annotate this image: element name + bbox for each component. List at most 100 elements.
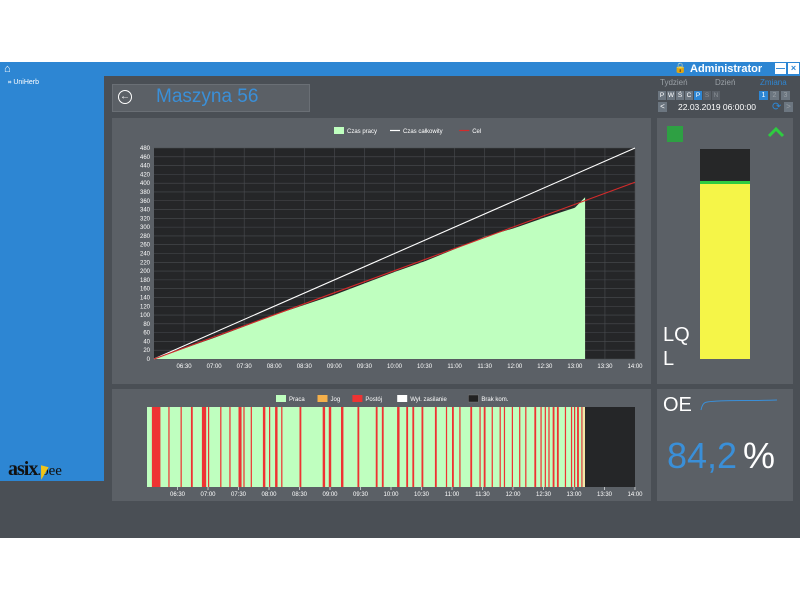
x-tick-label: 09:30 (357, 364, 373, 370)
y-tick-label: 420 (140, 172, 151, 178)
state-segment-postoj (269, 407, 271, 487)
state-segment-postoj (375, 407, 378, 487)
state-segment-postoj (281, 407, 283, 487)
state-segment-postoj (499, 407, 501, 487)
tab-day[interactable]: Dzień (715, 78, 735, 87)
state-segment-postoj (574, 407, 576, 487)
y-tick-label: 360 (140, 199, 151, 205)
x-tick-label: 11:30 (475, 492, 490, 498)
state-segment-postoj (556, 407, 559, 487)
legend-label: Wył. zasilanie (410, 397, 447, 403)
state-segment-postoj (491, 407, 493, 487)
state-segment-postoj (577, 407, 579, 487)
x-tick-label: 07:00 (207, 364, 223, 370)
legend-label: Czas pracy (347, 129, 377, 135)
close-button[interactable]: × (788, 63, 799, 74)
state-segment-jog (583, 407, 585, 487)
state-segment-postoj (250, 407, 252, 487)
tab-week[interactable]: Tydzień (660, 78, 688, 87)
state-segment-postoj (511, 407, 513, 487)
x-tick-label: 08:30 (297, 364, 313, 370)
state-segment-postoj (452, 407, 454, 487)
day-button[interactable]: Ś (676, 91, 684, 100)
back-circle-icon[interactable]: ← (118, 90, 132, 104)
minimize-button[interactable]: — (775, 63, 786, 74)
worktime-chart-panel: 0 20 40 60 80 100 120 140 160 180 200 220 240 260 280 3… (112, 118, 651, 384)
sidebar-item-uniherb[interactable]: ⌗ UniHerb (8, 79, 39, 87)
state-timeline-panel: 06:30 07:00 07:30 08:00 08:30 09:00 09:30 10:00… (112, 389, 651, 501)
app-window: ⌂ 🔒 Administrator — × ⌗ UniHerb asix.oee… (0, 62, 800, 538)
shift-button-active[interactable]: 1 (759, 91, 768, 100)
sidebar-item-label: UniHerb (13, 79, 40, 86)
state-segment-postoj (201, 407, 207, 487)
level-bar (700, 149, 750, 359)
state-segment-postoj (503, 407, 506, 487)
state-segment-postoj (397, 407, 400, 487)
y-tick-label: 460 (140, 155, 151, 161)
user-name[interactable]: Administrator (690, 62, 762, 76)
legend-label: Jog (331, 397, 341, 403)
sidebar: ⌗ UniHerb (0, 76, 104, 481)
next-period-button[interactable]: > (784, 102, 793, 112)
state-segment-postoj (180, 407, 182, 487)
level-bar-fill (700, 182, 750, 359)
logo-text: asix (8, 458, 38, 480)
day-button[interactable]: C (685, 91, 693, 100)
legend-label: Postój (365, 397, 382, 403)
oee-unit: % (743, 435, 776, 476)
status-text-line1: LQ (663, 324, 690, 346)
x-tick-label: 13:30 (597, 492, 613, 498)
state-segment-postoj (406, 407, 409, 487)
level-bar-marker (700, 180, 750, 184)
home-icon[interactable]: ⌂ (4, 63, 16, 75)
day-button[interactable]: P (658, 91, 666, 100)
state-segment-postoj (519, 407, 521, 487)
x-tick-label: 12:00 (507, 364, 523, 370)
y-tick-label: 160 (140, 287, 151, 293)
date-navigator: < 22.03.2019 06:00:00 ⟳ > (658, 102, 794, 113)
y-tick-label: 300 (140, 225, 151, 231)
day-button[interactable]: W (667, 91, 675, 100)
x-tick-label: 10:00 (387, 364, 403, 370)
x-tick-label: 10:30 (417, 364, 433, 370)
prev-period-button[interactable]: < (658, 102, 667, 112)
worktime-chart: 0 20 40 60 80 100 120 140 160 180 200 220 240 260 280 3… (140, 127, 643, 370)
state-segment-postoj (168, 407, 170, 487)
legend-label: Brak kom. (481, 397, 508, 403)
x-tick-label: 12:00 (505, 492, 521, 498)
x-tick-label: 08:00 (267, 364, 283, 370)
refresh-icon[interactable]: ⟳ (772, 102, 782, 113)
x-tick-label: 10:30 (414, 492, 430, 498)
top-bar: ⌂ 🔒 Administrator — × (0, 62, 800, 76)
x-tick-label: 14:00 (627, 492, 643, 498)
shift-button[interactable]: 3 (781, 91, 790, 100)
day-button[interactable]: N (712, 91, 720, 100)
state-segment-postoj (220, 407, 222, 487)
oee-value: 84,2 (667, 435, 738, 476)
legend-label: Cel (472, 129, 481, 135)
x-tick-label: 09:30 (353, 492, 369, 498)
state-segment-postoj (243, 407, 245, 487)
x-tick-label: 11:00 (445, 492, 460, 498)
oee-sparkline (700, 399, 778, 411)
tab-shift[interactable]: Zmiana (760, 78, 787, 87)
y-tick-label: 240 (140, 252, 151, 258)
state-segment-postoj (262, 407, 266, 487)
x-tick-label: 13:00 (566, 492, 582, 498)
y-tick-label: 480 (140, 146, 151, 152)
state-segment-postoj (544, 407, 546, 487)
chevron-up-icon (767, 126, 785, 138)
x-tick-label: 11:30 (477, 364, 492, 370)
status-text-line2: L (663, 348, 675, 370)
y-tick-label: 80 (143, 322, 150, 328)
x-tick-label: 14:00 (627, 364, 643, 370)
day-button-active[interactable]: P (694, 91, 702, 100)
x-tick-label: 06:30 (177, 364, 193, 370)
y-tick-label: 140 (140, 295, 151, 301)
y-tick-label: 340 (140, 208, 151, 214)
oee-label: OE (663, 394, 692, 416)
shift-button[interactable]: 2 (770, 91, 779, 100)
day-button[interactable]: S (703, 91, 711, 100)
state-segment-postoj (479, 407, 481, 487)
y-tick-label: 400 (140, 181, 151, 187)
